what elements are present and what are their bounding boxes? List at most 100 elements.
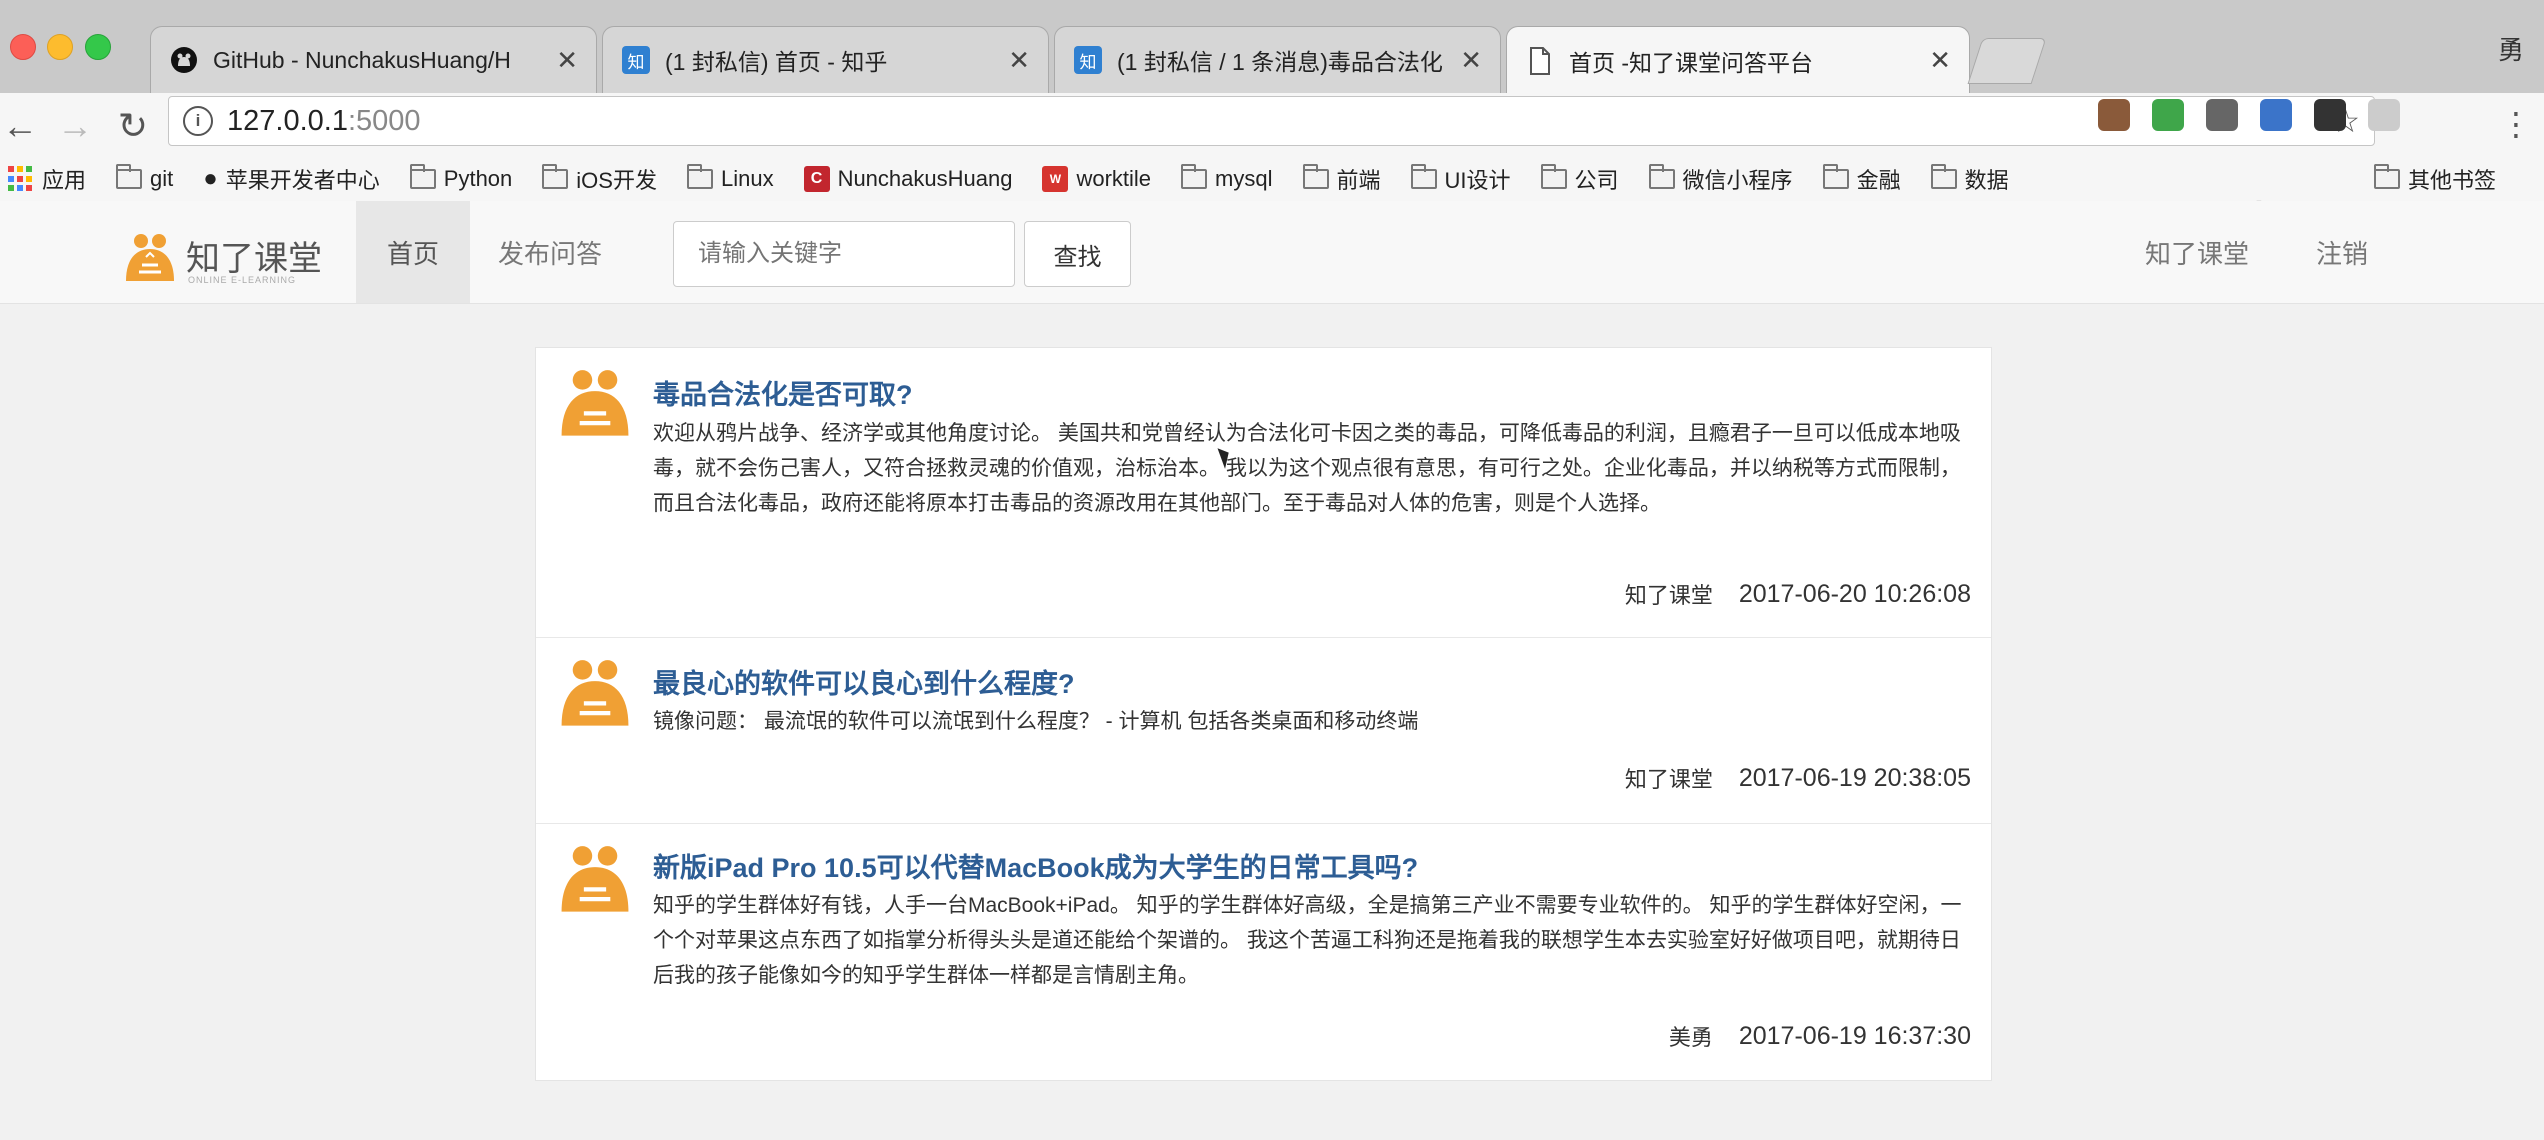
folder-icon — [1181, 164, 1208, 189]
bookmark-item[interactable]: 应用 — [8, 163, 86, 195]
folder-icon — [116, 164, 143, 189]
bookmark-item[interactable]: 公司 — [1540, 163, 1619, 195]
tab-zhihu-question[interactable]: 知 (1 封私信 / 1 条消息)毒品合法化 ✕ — [1054, 26, 1501, 93]
bookmark-item[interactable]: ● 苹果开发者中心 — [203, 163, 380, 195]
question-list: 毒品合法化是否可取? 欢迎从鸦片战争、经济学或其他角度讨论。 美国共和党曾经认为… — [535, 347, 1992, 1081]
zhihu-icon: 知 — [1073, 45, 1103, 75]
folder-icon — [542, 164, 569, 189]
question-body: 欢迎从鸦片战争、经济学或其他角度讨论。 美国共和党曾经认为合法化可卡因之类的毒品… — [653, 422, 1961, 515]
page-icon — [1525, 46, 1555, 76]
github-icon — [169, 45, 199, 75]
folder-icon — [686, 164, 713, 189]
minimize-window-button[interactable] — [47, 34, 73, 60]
question-item: 最良心的软件可以良心到什么程度? 镜像问题： 最流氓的软件可以流氓到什么程度？ … — [536, 638, 1991, 824]
tab-github[interactable]: GitHub - NunchakusHuang/H ✕ — [150, 26, 597, 93]
avatar — [561, 660, 629, 726]
bookmark-label: 应用 — [42, 168, 87, 193]
folder-icon — [1540, 164, 1567, 189]
close-tab-icon[interactable]: ✕ — [1460, 45, 1482, 76]
bookmark-label: UI设计 — [1444, 168, 1511, 193]
bookmark-label: git — [150, 166, 174, 191]
bookmark-item[interactable]: Wworktile — [1042, 166, 1151, 192]
folder-icon — [409, 164, 436, 189]
browser-tabstrip: GitHub - NunchakusHuang/H ✕ 知 (1 封私信) 首页… — [0, 0, 2544, 94]
folder-icon — [1302, 164, 1329, 189]
shield-icon[interactable] — [2152, 99, 2184, 131]
folder-icon — [1410, 164, 1437, 189]
extension-icon[interactable] — [2206, 99, 2238, 131]
bookmark-item[interactable]: Python — [409, 164, 512, 192]
bookmark-item[interactable]: 前端 — [1302, 163, 1381, 195]
bookmark-item[interactable]: Linux — [686, 164, 774, 192]
question-title-link[interactable]: 毒品合法化是否可取? — [653, 373, 913, 412]
apple-icon: ● — [203, 165, 218, 192]
bookmark-label: Linux — [720, 166, 774, 191]
worktile-icon: W — [1042, 166, 1069, 192]
folder-icon — [1648, 164, 1675, 189]
nav-home-link[interactable]: 首页 — [356, 201, 470, 303]
bookmark-item[interactable]: 微信小程序 — [1648, 163, 1793, 195]
bookmark-label: 公司 — [1574, 168, 1619, 193]
question-meta: 知了课堂 2017-06-19 20:38:05 — [1625, 762, 1971, 794]
extension-icon[interactable] — [2260, 99, 2292, 131]
address-bar[interactable]: i 127.0.0.1:5000 ☆ — [168, 96, 2375, 146]
menu-dots-icon[interactable]: ⋮ — [2500, 105, 2532, 143]
back-arrow-icon[interactable]: ← — [0, 105, 40, 147]
info-icon[interactable]: i — [183, 106, 213, 136]
bookmark-item[interactable]: 金融 — [1822, 163, 1901, 195]
other-bookmarks[interactable]: 其他书签 — [2373, 163, 2496, 195]
extension-icon[interactable] — [2368, 99, 2400, 131]
brand-subtitle: ONLINE E-LEARNING — [188, 275, 297, 285]
nav-user-link[interactable]: 知了课堂 — [2145, 201, 2249, 303]
profile-button[interactable]: 勇 — [2498, 30, 2524, 67]
close-tab-icon[interactable]: ✕ — [1929, 45, 1951, 76]
bookmark-item[interactable]: iOS开发 — [542, 163, 657, 195]
question-body: 知乎的学生群体好有钱，人手一台MacBook+iPad。 知乎的学生群体好高级，… — [653, 894, 1962, 987]
brand-logo[interactable]: 知了课堂 ONLINE E-LEARNING — [122, 231, 322, 287]
extension-icon[interactable] — [2098, 99, 2130, 131]
close-window-button[interactable] — [10, 34, 36, 60]
search-button[interactable]: 查找 — [1024, 221, 1131, 287]
close-tab-icon[interactable]: ✕ — [556, 45, 578, 76]
bookmark-item[interactable]: mysql — [1181, 164, 1273, 192]
bee-logo-icon — [126, 234, 174, 281]
extension-icon[interactable] — [2314, 99, 2346, 131]
zoom-window-button[interactable] — [85, 34, 111, 60]
forward-arrow-icon[interactable]: → — [55, 105, 95, 147]
bookmark-label: iOS开发 — [576, 168, 657, 193]
new-tab-button[interactable] — [1967, 38, 2047, 84]
apps-icon — [8, 166, 34, 192]
nav-publish-link[interactable]: 发布问答 — [498, 201, 602, 303]
question-author: 美勇 — [1668, 1025, 1713, 1050]
question-title-link[interactable]: 最良心的软件可以良心到什么程度? — [653, 662, 1075, 701]
bookmark-item[interactable]: 数据 — [1930, 163, 2009, 195]
search-input[interactable] — [673, 221, 1015, 287]
bookmark-item[interactable]: C NunchakusHuang — [803, 166, 1013, 192]
url-port: :5000 — [347, 104, 421, 137]
question-author: 知了课堂 — [1624, 767, 1713, 792]
question-body: 镜像问题： 最流氓的软件可以流氓到什么程度？ - 计算机 包括各类桌面和移动终端 — [653, 710, 1419, 733]
brand-name: 知了课堂 — [186, 240, 322, 278]
c-badge-icon: C — [803, 166, 830, 192]
bookmark-label: NunchakusHuang — [837, 166, 1013, 191]
close-tab-icon[interactable]: ✕ — [1008, 45, 1030, 76]
bookmark-item[interactable]: UI设计 — [1410, 163, 1511, 195]
folder-icon — [2373, 164, 2400, 189]
tab-active-site[interactable]: 首页 -知了课堂问答平台 ✕ — [1506, 26, 1970, 94]
folder-icon — [1930, 164, 1957, 189]
bookmark-label: 数据 — [1964, 168, 2009, 193]
tab-zhihu-home[interactable]: 知 (1 封私信) 首页 - 知乎 ✕ — [602, 26, 1049, 93]
question-time: 2017-06-20 10:26:08 — [1738, 579, 1971, 608]
question-title-link[interactable]: 新版iPad Pro 10.5可以代替MacBook成为大学生的日常工具吗? — [653, 846, 1418, 885]
bookmark-label: 其他书签 — [2407, 168, 2496, 193]
bookmark-item[interactable]: git — [116, 164, 174, 192]
bookmark-label: 苹果开发者中心 — [225, 168, 380, 193]
site-navbar: 知了课堂 ONLINE E-LEARNING 首页 发布问答 知了课堂 注销 — [0, 201, 2544, 304]
question-time: 2017-06-19 20:38:05 — [1738, 763, 1971, 792]
reload-icon[interactable]: ↻ — [113, 105, 153, 147]
tab-title: 首页 -知了课堂问答平台 — [1569, 49, 1814, 76]
nav-logout-link[interactable]: 注销 — [2316, 201, 2368, 303]
question-meta: 美勇 2017-06-19 16:37:30 — [1669, 1020, 1971, 1052]
avatar — [561, 846, 629, 912]
tab-title: (1 封私信 / 1 条消息)毒品合法化 — [1117, 49, 1443, 75]
